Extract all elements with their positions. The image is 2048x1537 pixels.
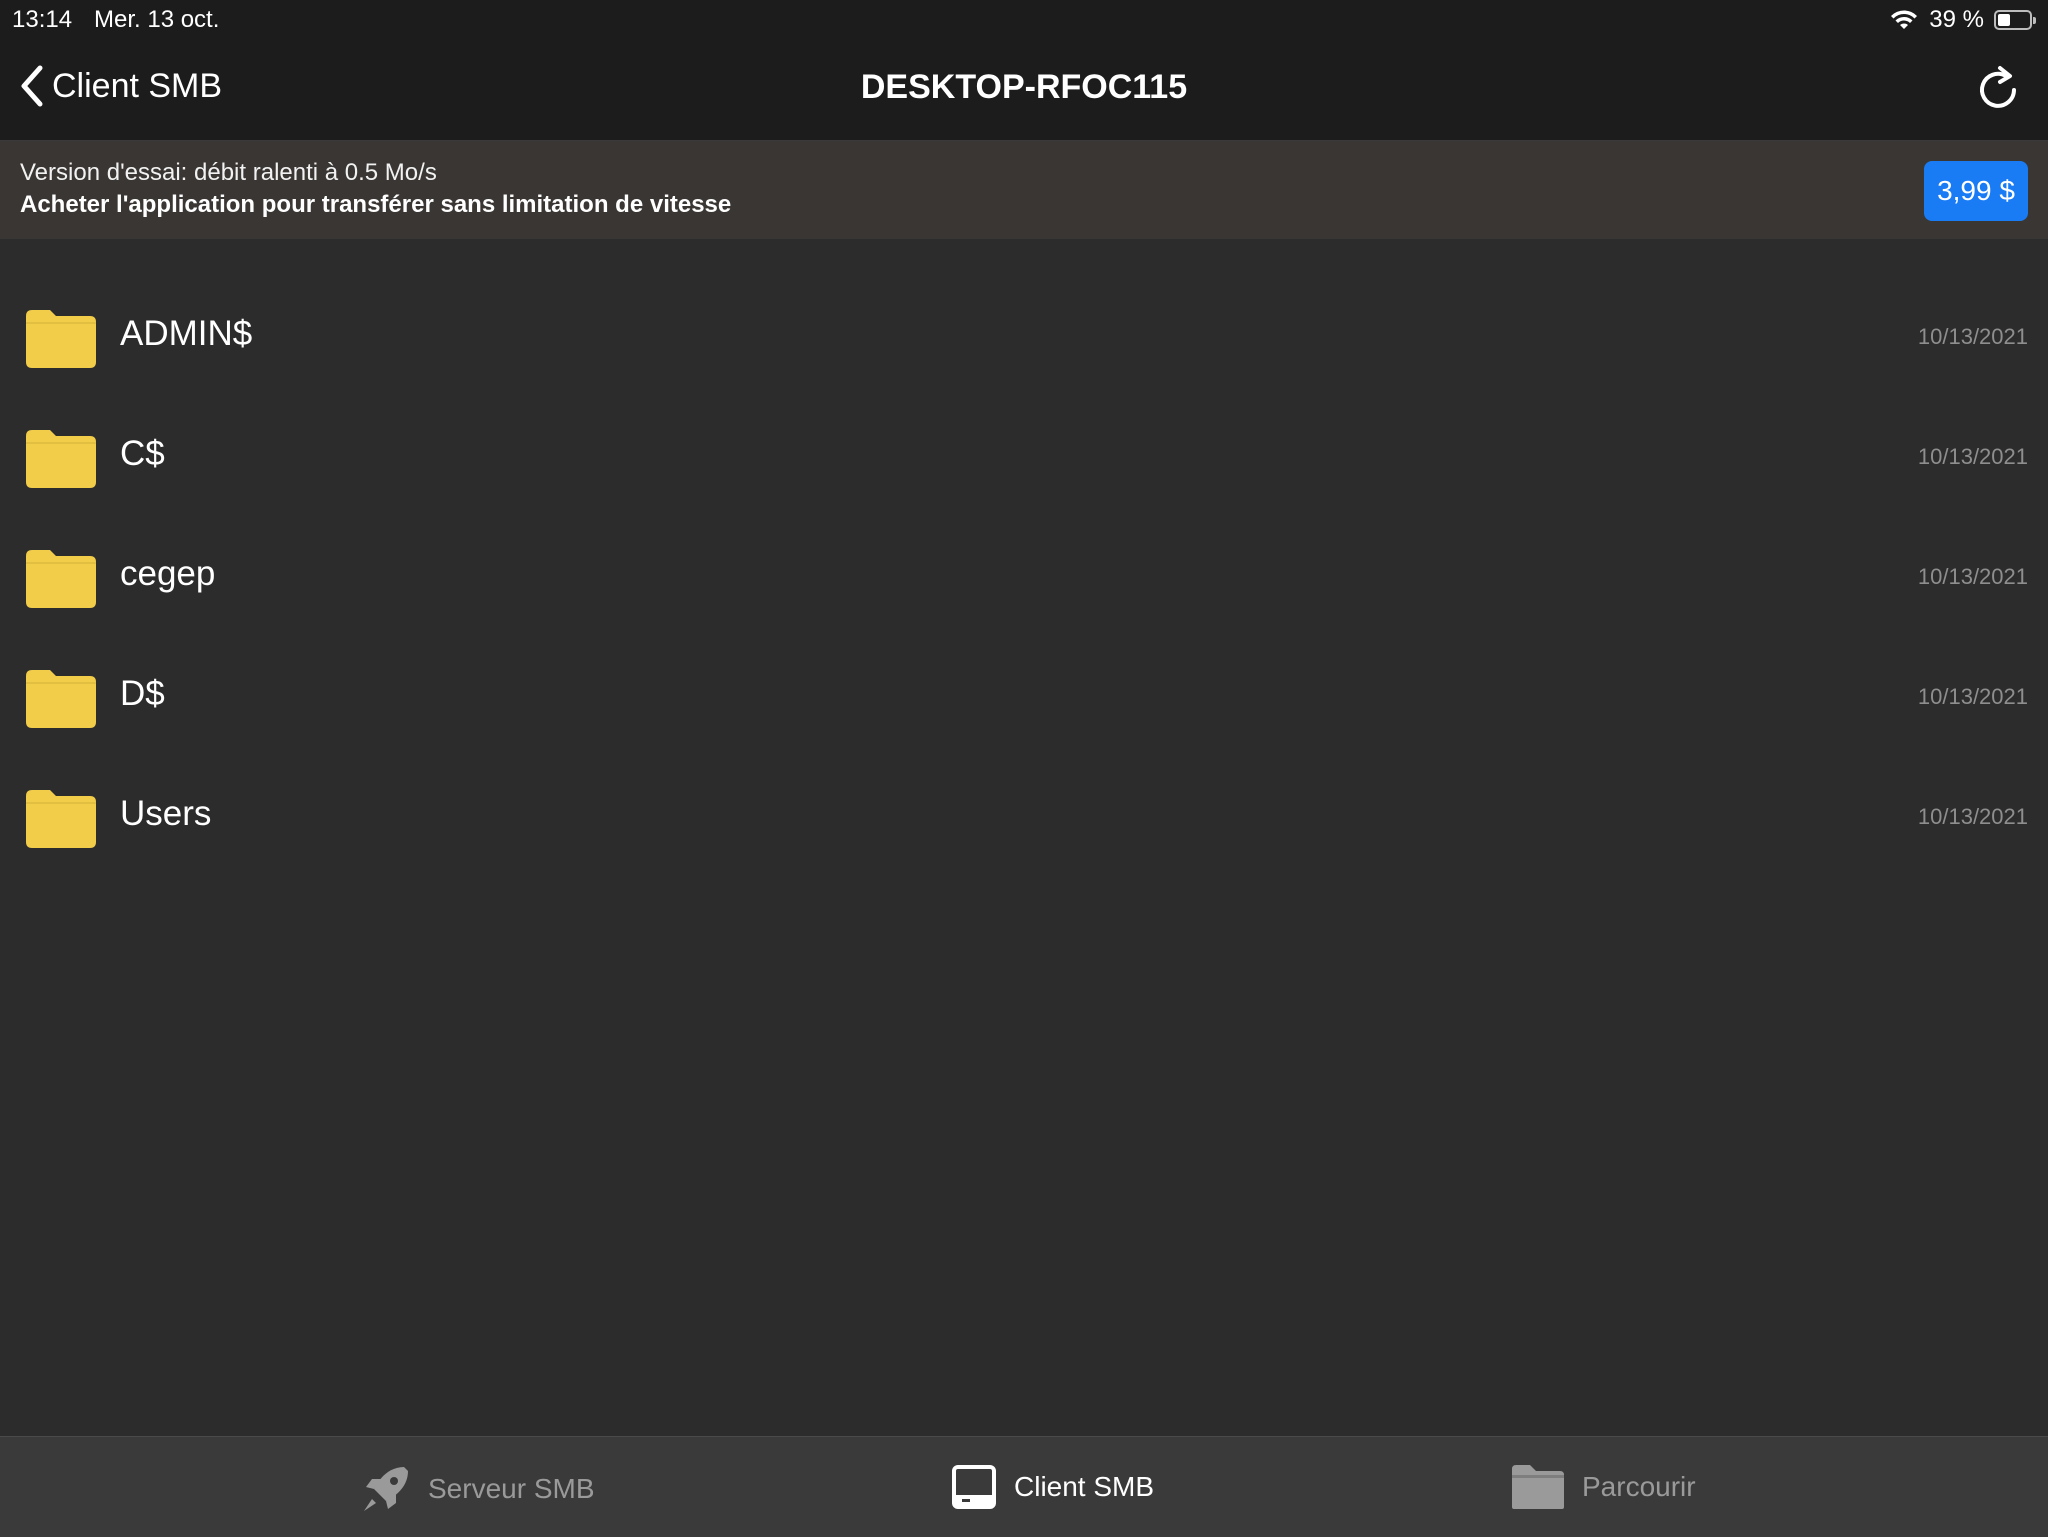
battery-icon [1994, 10, 2036, 30]
tab-client-smb[interactable]: Client SMB [950, 1463, 1154, 1511]
tab-label: Client SMB [1014, 1471, 1155, 1502]
list-item[interactable]: ADMIN$ 10/13/2021 [0, 278, 2048, 398]
trial-notice: Version d'essai: débit ralenti à 0.5 Mo/… [20, 159, 437, 186]
list-item[interactable]: Users 10/13/2021 [0, 758, 2048, 878]
battery-fill [1998, 14, 2010, 26]
battery-percent: 39 % [1929, 6, 1984, 33]
page-title: DESKTOP-RFOC115 [860, 68, 1188, 106]
buy-button[interactable]: 3,99 $ [1924, 161, 2028, 221]
file-name: C$ [120, 434, 165, 473]
file-name: Users [120, 794, 212, 833]
list-item[interactable]: D$ 10/13/2021 [0, 638, 2048, 758]
folder-icon [26, 430, 96, 488]
folder-icon [1512, 1465, 1564, 1509]
file-date: 10/13/2021 [1917, 804, 2028, 829]
folder-icon [26, 790, 96, 848]
refresh-icon [1980, 66, 2016, 108]
tab-parcourir[interactable]: Parcourir [1510, 1463, 1696, 1511]
file-name: cegep [120, 554, 216, 593]
status-right: 39 % [1889, 6, 2036, 34]
status-time: 13:14 [12, 6, 73, 33]
folder-icon [26, 670, 96, 728]
wifi-icon [1891, 10, 1918, 29]
status-bar: 13:14 Mer. 13 oct. 39 % [0, 0, 2048, 40]
nav-bar: Client SMB DESKTOP-RFOC115 [0, 40, 2048, 141]
file-name: D$ [120, 674, 165, 713]
file-date: 10/13/2021 [1917, 564, 2028, 589]
folder-icon [26, 550, 96, 608]
list-item[interactable]: cegep 10/13/2021 [0, 518, 2048, 638]
list-item[interactable]: C$ 10/13/2021 [0, 398, 2048, 518]
trial-banner: Version d'essai: débit ralenti à 0.5 Mo/… [0, 141, 2048, 239]
file-list: ADMIN$ 10/13/2021 C$ 10/13/2021 cegep 10/13/2… [0, 278, 2048, 878]
refresh-button[interactable] [1976, 64, 2020, 117]
tab-bar: Serveur SMB Client SMB Parcourir [0, 1436, 2048, 1537]
file-name: ADMIN$ [120, 314, 253, 353]
file-date: 10/13/2021 [1917, 684, 2028, 709]
tab-label: Serveur SMB [428, 1473, 595, 1504]
trial-upgrade-text: Acheter l'application pour transférer sa… [20, 191, 732, 218]
file-date: 10/13/2021 [1917, 324, 2028, 349]
tab-label: Parcourir [1582, 1471, 1696, 1502]
folder-icon [26, 310, 96, 368]
file-date: 10/13/2021 [1917, 444, 2028, 469]
status-date: Mer. 13 oct. [94, 6, 220, 33]
tab-serveur-smb[interactable]: Serveur SMB [360, 1463, 595, 1515]
laptop-icon [952, 1465, 996, 1509]
rocket-icon [364, 1467, 408, 1511]
